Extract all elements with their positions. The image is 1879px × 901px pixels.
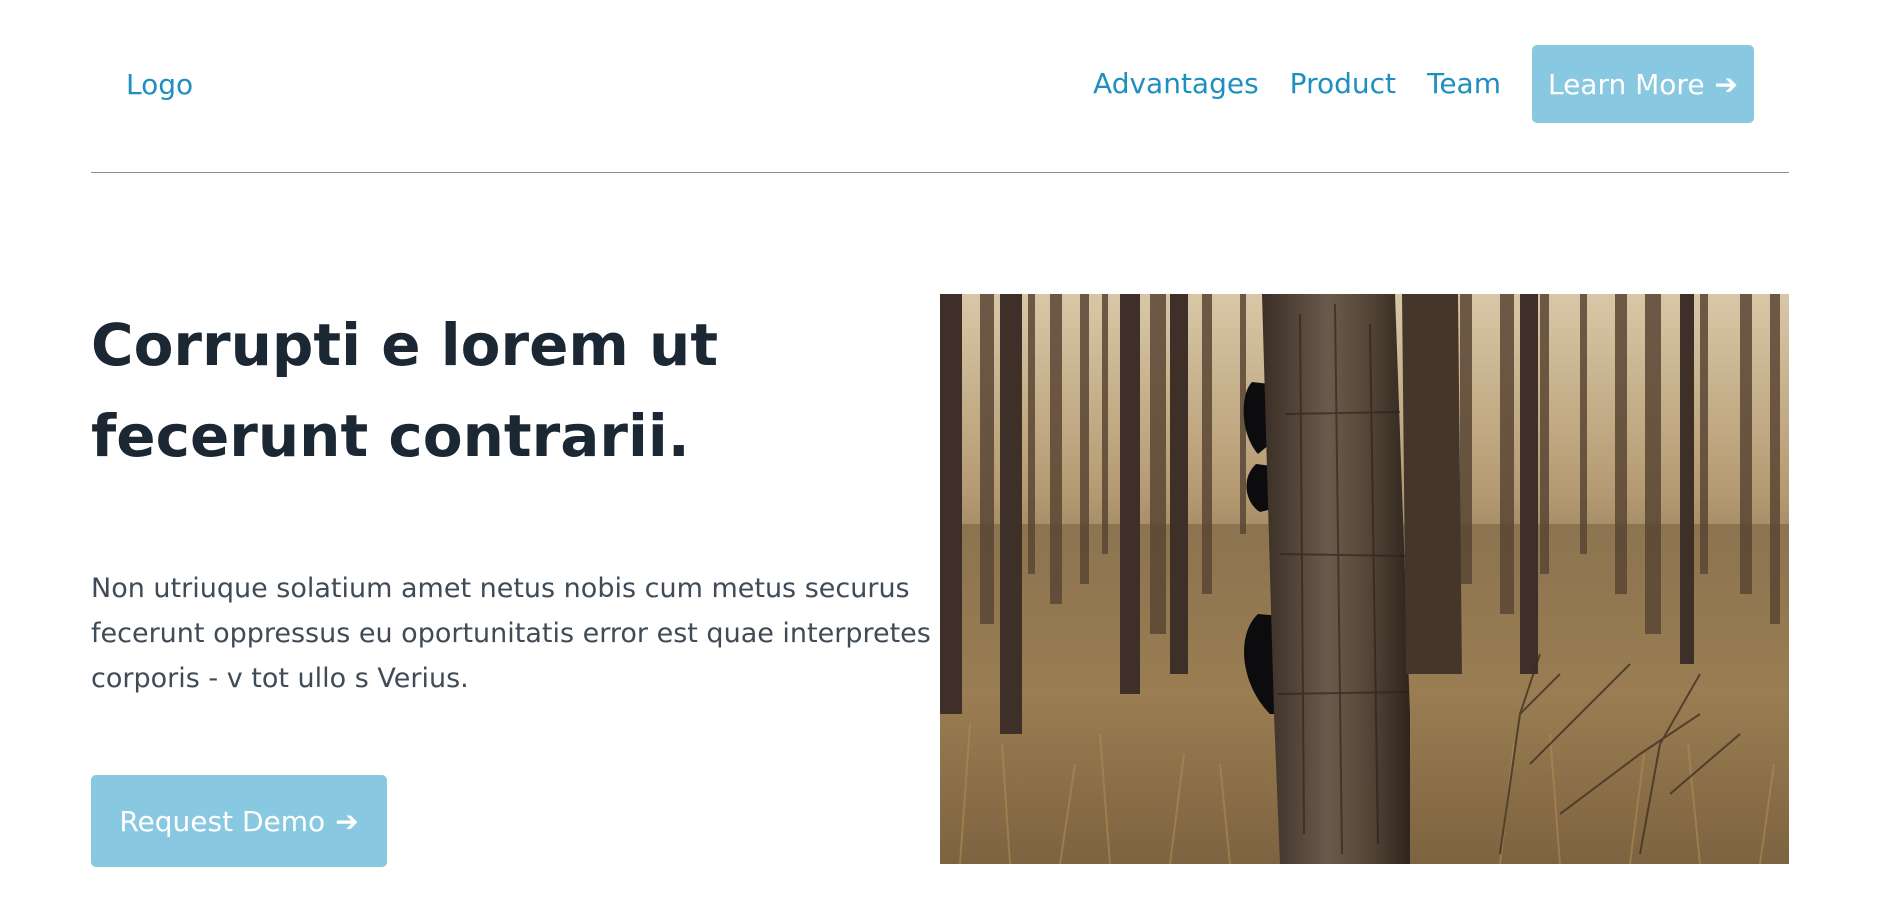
right-arrow-icon: ➔	[335, 804, 359, 838]
header-divider	[91, 172, 1789, 173]
request-demo-label: Request Demo	[119, 804, 326, 838]
right-arrow-icon: ➔	[1714, 67, 1739, 101]
logo[interactable]: Logo	[126, 68, 193, 102]
site-header: Logo Advantages Product Team Learn More …	[91, 44, 1789, 124]
hero-title: Corrupti e lorem ut fecerunt contrarii.	[91, 311, 719, 470]
forest-scene-image	[940, 294, 1789, 864]
hero-image	[940, 294, 1789, 864]
main-nav: Advantages Product Team Learn More ➔	[1093, 45, 1754, 123]
request-demo-button[interactable]: Request Demo ➔	[91, 775, 387, 867]
nav-link-product[interactable]: Product	[1290, 67, 1396, 101]
nav-link-advantages[interactable]: Advantages	[1093, 67, 1259, 101]
nav-link-team[interactable]: Team	[1427, 67, 1501, 101]
learn-more-button[interactable]: Learn More ➔	[1532, 45, 1754, 123]
hero-description: Non utriuque solatium amet netus nobis c…	[91, 573, 931, 694]
learn-more-label: Learn More	[1547, 67, 1705, 101]
